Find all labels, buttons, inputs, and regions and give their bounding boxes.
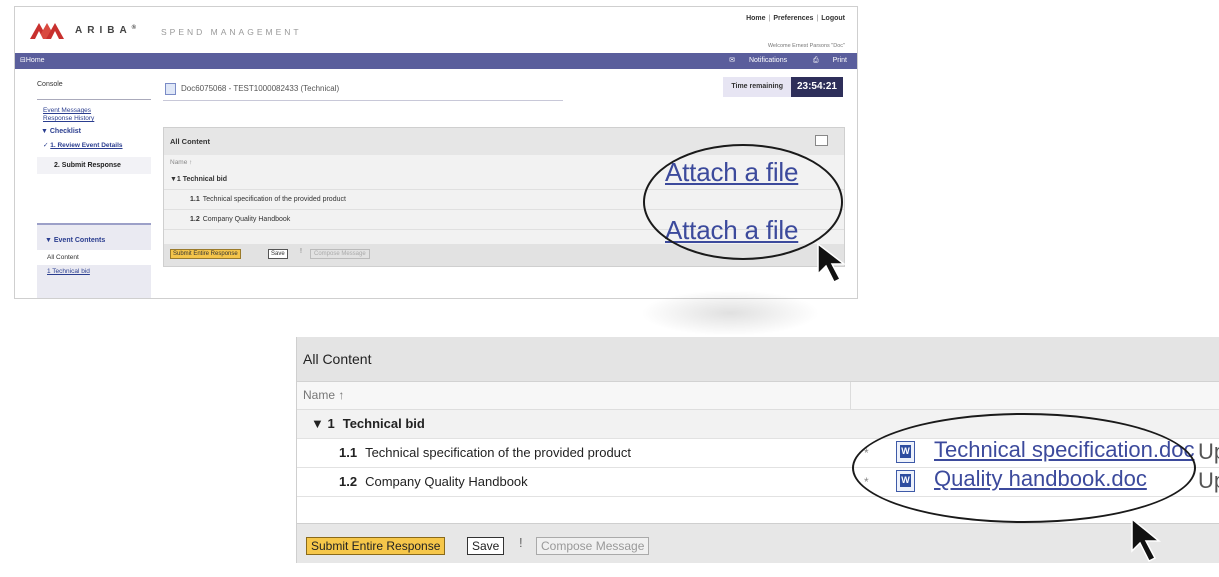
time-remaining: Time remaining 23:54:21 xyxy=(723,77,843,97)
separator: ! xyxy=(300,248,302,255)
highlight-ellipse-bottom xyxy=(852,413,1196,523)
home-link[interactable]: Home xyxy=(746,15,765,22)
nav-all-content[interactable]: All Content xyxy=(37,250,151,265)
print-link[interactable]: ⎙ Print xyxy=(801,57,847,64)
submit-entire-response-button[interactable]: Submit Entire Response xyxy=(306,537,446,555)
cursor-arrow-icon xyxy=(1131,517,1162,563)
nav-bar: ⊟Home ✉ Notifications ⎙ Print xyxy=(15,53,857,69)
save-button[interactable]: Save xyxy=(467,537,505,555)
zoom-action-bar: Submit Entire Response Save ! Compose Me… xyxy=(297,523,1219,563)
document-title: Doc6075068 - TEST1000082433 (Technical) xyxy=(165,83,339,95)
event-messages-link[interactable]: Event Messages xyxy=(43,107,151,114)
print-icon: ⎙ xyxy=(813,57,821,64)
compose-message-button[interactable]: Compose Message xyxy=(310,249,370,259)
checklist-step-submit[interactable]: 2. Submit Response xyxy=(37,157,151,174)
update-link[interactable]: Up xyxy=(1198,468,1219,494)
time-remaining-label: Time remaining xyxy=(723,77,791,97)
checklist-header[interactable]: ▼ Checklist xyxy=(41,128,151,135)
zoom-panel-title: All Content xyxy=(303,351,372,367)
event-contents-panel: ▼ Event Contents All Content 1 Technical… xyxy=(37,223,151,298)
panel-options-icon[interactable] xyxy=(815,135,828,146)
brand-logo-text: ARIBA® xyxy=(75,25,137,36)
highlight-ellipse-top xyxy=(643,144,843,260)
compose-message-button[interactable]: Compose Message xyxy=(536,537,650,555)
triangle-down-icon: ▼ xyxy=(45,237,54,244)
logout-link[interactable]: Logout xyxy=(821,15,845,22)
nav-home[interactable]: ⊟Home xyxy=(20,56,45,64)
ariba-logo-icon xyxy=(30,23,64,39)
nav-technical-bid[interactable]: 1 Technical bid xyxy=(47,268,151,275)
submit-entire-response-button[interactable]: Submit Entire Response xyxy=(170,249,241,259)
zoom-shadow xyxy=(640,290,820,336)
response-history-link[interactable]: Response History xyxy=(43,115,151,122)
document-icon xyxy=(165,83,176,95)
separator: ! xyxy=(519,535,523,550)
cursor-arrow-icon xyxy=(817,242,847,284)
app-header: ARIBA® SPEND MANAGEMENT Home | Preferences… xyxy=(15,7,857,53)
time-remaining-value: 23:54:21 xyxy=(790,77,843,97)
update-link[interactable]: Up xyxy=(1198,439,1219,465)
notifications-link[interactable]: ✉ Notifications xyxy=(717,57,787,64)
top-links: Home | Preferences | Logout xyxy=(746,15,845,22)
left-panel: Console Event Messages Response History … xyxy=(37,75,151,298)
console-title: Console xyxy=(37,75,151,100)
column-divider xyxy=(850,382,851,409)
zoom-name-column-header[interactable]: Name ↑ xyxy=(297,382,1219,410)
zoom-panel-header: All Content xyxy=(297,337,1219,382)
event-contents-header[interactable]: ▼ Event Contents xyxy=(45,237,151,244)
welcome-text: Welcome Ernest Parsons "Doc" xyxy=(767,43,845,49)
preferences-link[interactable]: Preferences xyxy=(773,15,813,22)
mail-icon: ✉ xyxy=(729,57,737,64)
triangle-down-icon: ▼ xyxy=(41,128,50,135)
save-button[interactable]: Save xyxy=(268,249,288,259)
product-title: SPEND MANAGEMENT xyxy=(161,27,302,37)
checklist-step-review[interactable]: ✓ 1. Review Event Details xyxy=(43,141,151,149)
title-divider xyxy=(163,100,563,101)
